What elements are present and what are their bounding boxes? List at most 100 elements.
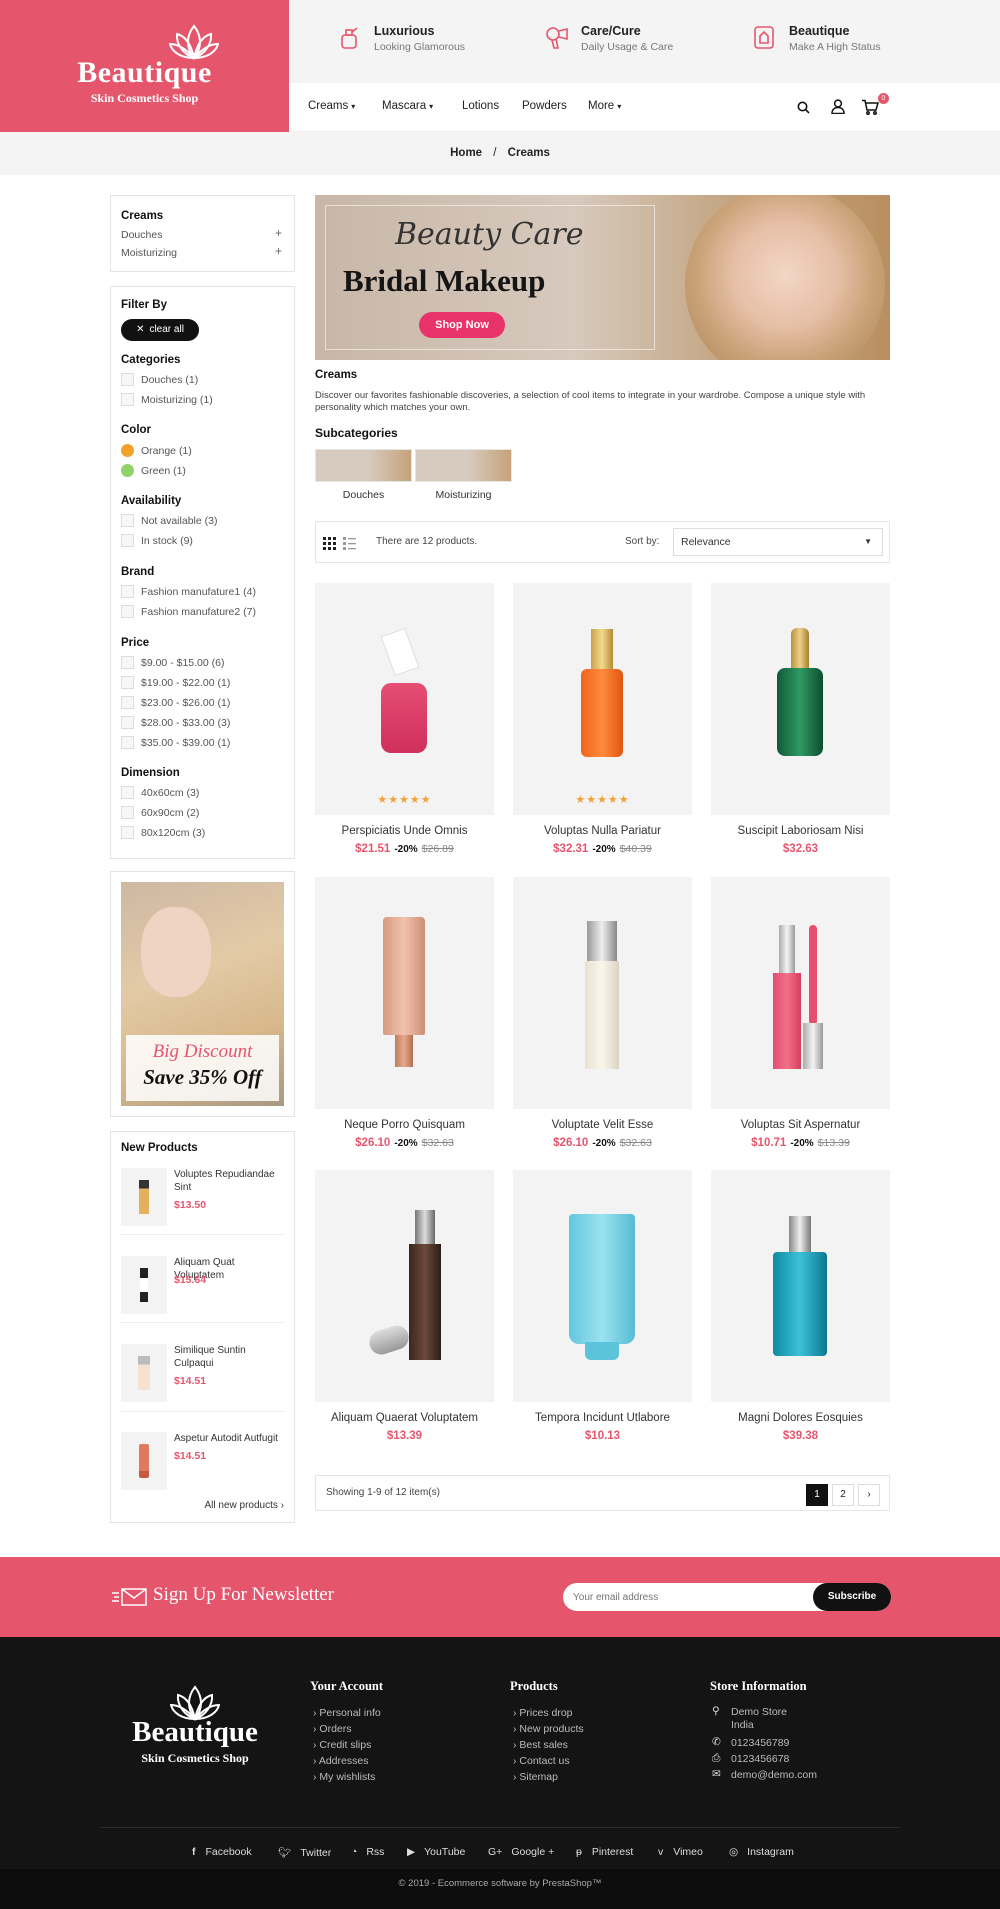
product-name[interactable]: Voluptas Sit Aspernatur: [711, 1119, 890, 1131]
subcategory-thumb-douches[interactable]: [315, 449, 412, 482]
footer-link[interactable]: › Prices drop: [513, 1707, 573, 1719]
color-swatch-green[interactable]: [121, 464, 134, 477]
cart-icon[interactable]: [861, 99, 879, 115]
filter-option[interactable]: $35.00 - $39.00 (1): [141, 737, 230, 749]
promo-box[interactable]: Big Discount Save 35% Off: [110, 871, 295, 1117]
social-youtube[interactable]: ▶ YouTube: [407, 1846, 465, 1858]
social-facebook[interactable]: f Facebook: [192, 1846, 252, 1858]
social-googleplus[interactable]: G+ Google +: [488, 1846, 554, 1858]
filter-option[interactable]: Fashion manufature1 (4): [141, 586, 256, 598]
product-name[interactable]: Voluptate Velit Esse: [513, 1119, 692, 1131]
expand-plus-icon[interactable]: +: [275, 226, 282, 240]
filter-option[interactable]: Moisturizing (1): [141, 394, 213, 406]
filter-option[interactable]: $23.00 - $26.00 (1): [141, 697, 230, 709]
category-tree-title[interactable]: Creams: [121, 210, 163, 222]
product-image[interactable]: [315, 1170, 494, 1402]
filter-option[interactable]: Orange (1): [141, 445, 192, 457]
search-icon[interactable]: [797, 101, 810, 114]
subscribe-button[interactable]: Subscribe: [813, 1583, 891, 1611]
filter-option[interactable]: Douches (1): [141, 374, 198, 386]
product-name[interactable]: Magni Dolores Eosquies: [711, 1412, 890, 1424]
footer-link[interactable]: › Credit slips: [313, 1739, 371, 1751]
filter-checkbox[interactable]: [121, 514, 134, 527]
product-name[interactable]: Perspiciatis Unde Omnis: [315, 825, 494, 837]
footer-link[interactable]: › Orders: [313, 1723, 352, 1735]
filter-checkbox[interactable]: [121, 534, 134, 547]
footer-link[interactable]: › Addresses: [313, 1755, 368, 1767]
color-swatch-orange[interactable]: [121, 444, 134, 457]
product-name[interactable]: Tempora Incidunt Utlabore: [513, 1412, 692, 1424]
filter-checkbox[interactable]: [121, 736, 134, 749]
social-pinterest[interactable]: ᵽ Pinterest: [576, 1846, 633, 1858]
filter-option[interactable]: 80x120cm (3): [141, 827, 205, 839]
product-image[interactable]: [513, 1170, 692, 1402]
subcategory-thumb-moisturizing[interactable]: [415, 449, 512, 482]
filter-checkbox[interactable]: [121, 373, 134, 386]
social-vimeo[interactable]: v Vimeo: [658, 1846, 703, 1858]
nav-creams[interactable]: Creams ▾: [308, 100, 355, 112]
filter-option[interactable]: 40x60cm (3): [141, 787, 199, 799]
filter-option[interactable]: $9.00 - $15.00 (6): [141, 657, 224, 669]
nav-more[interactable]: More ▾: [588, 100, 621, 112]
new-product-name[interactable]: Voluptes Repudiandae Sint: [174, 1168, 284, 1194]
all-new-products-link[interactable]: All new products ›: [205, 1500, 284, 1511]
subcategory-label[interactable]: Moisturizing: [415, 489, 512, 501]
grid-view-icon[interactable]: [323, 537, 336, 550]
footer-link[interactable]: › Contact us: [513, 1755, 570, 1767]
category-tree-item[interactable]: Moisturizing: [121, 247, 177, 259]
footer-link[interactable]: › My wishlists: [313, 1771, 375, 1783]
filter-checkbox[interactable]: [121, 786, 134, 799]
footer-link[interactable]: › Sitemap: [513, 1771, 558, 1783]
site-logo[interactable]: Beautique Skin Cosmetics Shop: [0, 0, 289, 132]
filter-option[interactable]: Fashion manufature2 (7): [141, 606, 256, 618]
new-product-name[interactable]: Aspetur Autodit Autfugit: [174, 1432, 284, 1445]
filter-option[interactable]: 60x90cm (2): [141, 807, 199, 819]
footer-link[interactable]: › New products: [513, 1723, 584, 1735]
footer-link[interactable]: › Best sales: [513, 1739, 568, 1751]
filter-checkbox[interactable]: [121, 656, 134, 669]
filter-option[interactable]: In stock (9): [141, 535, 193, 547]
store-email[interactable]: demo@demo.com: [731, 1769, 817, 1781]
newsletter-email-input[interactable]: [573, 1588, 773, 1606]
product-name[interactable]: Voluptas Nulla Pariatur: [513, 825, 692, 837]
list-view-icon[interactable]: [343, 537, 356, 550]
nav-lotions[interactable]: Lotions: [462, 100, 499, 112]
filter-checkbox[interactable]: [121, 585, 134, 598]
filter-checkbox[interactable]: [121, 826, 134, 839]
new-product-thumb[interactable]: [121, 1256, 167, 1314]
product-image[interactable]: [711, 877, 890, 1109]
nav-mascara[interactable]: Mascara ▾: [382, 100, 433, 112]
social-instagram[interactable]: ◎ Instagram: [729, 1846, 794, 1858]
filter-checkbox[interactable]: [121, 716, 134, 729]
next-page-button[interactable]: ›: [858, 1484, 880, 1506]
product-image[interactable]: [711, 1170, 890, 1402]
filter-checkbox[interactable]: [121, 605, 134, 618]
product-image[interactable]: [315, 877, 494, 1109]
social-rss[interactable]: ◔ Rss: [351, 1846, 384, 1858]
product-name[interactable]: Neque Porro Quisquam: [315, 1119, 494, 1131]
breadcrumb-home[interactable]: Home: [450, 147, 482, 159]
expand-plus-icon[interactable]: +: [275, 244, 282, 258]
product-name[interactable]: Aliquam Quaerat Voluptatem: [315, 1412, 494, 1424]
product-image[interactable]: [315, 583, 494, 815]
clear-all-button[interactable]: ✕ clear all: [121, 319, 199, 341]
user-icon[interactable]: [831, 99, 845, 114]
subcategory-label[interactable]: Douches: [315, 489, 412, 501]
product-image[interactable]: [513, 877, 692, 1109]
new-product-thumb[interactable]: [121, 1432, 167, 1490]
filter-option[interactable]: $19.00 - $22.00 (1): [141, 677, 230, 689]
product-image[interactable]: [513, 583, 692, 815]
filter-option[interactable]: $28.00 - $33.00 (3): [141, 717, 230, 729]
category-tree-item[interactable]: Douches: [121, 229, 162, 241]
new-product-thumb[interactable]: [121, 1344, 167, 1402]
footer-brand-name[interactable]: Beautique: [100, 1716, 290, 1749]
new-product-name[interactable]: Similique Suntin Culpaqui: [174, 1344, 284, 1370]
product-name[interactable]: Suscipit Laboriosam Nisi: [711, 825, 890, 837]
filter-checkbox[interactable]: [121, 393, 134, 406]
sort-select[interactable]: Relevance ▼: [673, 528, 883, 556]
page-1-button[interactable]: 1: [806, 1484, 828, 1506]
social-twitter[interactable]: 🐦︎ Twitter: [278, 1846, 331, 1859]
footer-link[interactable]: › Personal info: [313, 1707, 381, 1719]
filter-option[interactable]: Not available (3): [141, 515, 217, 527]
product-image[interactable]: [711, 583, 890, 815]
